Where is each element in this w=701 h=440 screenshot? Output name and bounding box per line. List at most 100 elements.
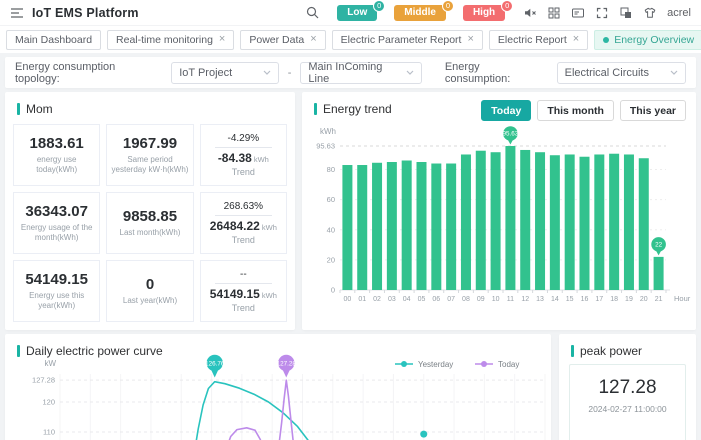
- svg-text:22: 22: [655, 242, 663, 249]
- topology-select[interactable]: IoT Project: [171, 62, 279, 84]
- topbar-icons: [523, 6, 657, 20]
- svg-text:06: 06: [432, 296, 440, 303]
- svg-text:20: 20: [640, 296, 648, 303]
- peak-power-header: peak power: [559, 334, 696, 358]
- tab-electric-report[interactable]: Electric Report×: [489, 30, 588, 50]
- trend-bar-06[interactable]: [431, 164, 441, 290]
- username[interactable]: acrel: [667, 7, 691, 19]
- trend-bar-07[interactable]: [446, 164, 456, 290]
- active-tab-dot-icon: [603, 37, 609, 43]
- range-button-this-month[interactable]: This month: [537, 100, 614, 121]
- svg-text:127.28: 127.28: [277, 360, 297, 367]
- trend-bar-13[interactable]: [535, 152, 545, 290]
- theme-icon[interactable]: [643, 6, 657, 20]
- filter-separator: -: [288, 67, 292, 79]
- fullscreen-icon[interactable]: [595, 6, 609, 20]
- trend-bar-02[interactable]: [372, 163, 382, 290]
- mom-panel-title: Mom: [26, 102, 53, 116]
- svg-text:110: 110: [43, 428, 55, 437]
- trend-bar-19[interactable]: [624, 154, 634, 290]
- svg-text:40: 40: [327, 225, 335, 234]
- trend-bar-04[interactable]: [402, 161, 412, 290]
- stat-value: 1883.61: [30, 135, 84, 152]
- layers-icon[interactable]: [619, 6, 633, 20]
- trend-bar-16[interactable]: [580, 157, 590, 290]
- tab-close-icon[interactable]: ×: [219, 34, 225, 45]
- tab-energy-overview[interactable]: Energy Overview×: [594, 30, 701, 50]
- trend-bar-17[interactable]: [594, 154, 604, 290]
- trend-bar-21[interactable]: [654, 257, 664, 290]
- tab-electric-parameter-report[interactable]: Electric Parameter Report×: [332, 30, 483, 50]
- alarm-badge-middle[interactable]: Middle0: [394, 5, 446, 21]
- svg-text:13: 13: [536, 296, 544, 303]
- tab-main-dashboard[interactable]: Main Dashboard: [6, 30, 101, 50]
- consumption-select-value: Electrical Circuits: [565, 67, 649, 79]
- svg-text:Yesterday: Yesterday: [418, 360, 453, 369]
- consumption-label: Energy consumption:: [445, 61, 548, 85]
- range-button-today[interactable]: Today: [481, 100, 531, 121]
- trend-bar-08[interactable]: [461, 154, 471, 290]
- trend-bar-05[interactable]: [417, 162, 427, 290]
- mute-icon[interactable]: [523, 6, 537, 20]
- incoming-line-select[interactable]: Main InComing Line: [300, 62, 421, 84]
- mom-panel-header: Mom: [5, 92, 295, 116]
- mom-panel: Mom 1883.61energy use today(kWh)1967.99S…: [5, 92, 295, 330]
- svg-text:17: 17: [595, 296, 603, 303]
- tab-close-icon[interactable]: ×: [310, 34, 316, 45]
- svg-text:kW: kW: [44, 359, 56, 368]
- svg-text:95.63: 95.63: [316, 142, 335, 151]
- energy-trend-panel: Energy trend TodayThis monthThis year 02…: [302, 92, 696, 330]
- bar-peak-marker: 22: [651, 237, 666, 255]
- trend-label: Trend: [232, 235, 255, 245]
- svg-text:00: 00: [344, 296, 352, 303]
- tab-label: Power Data: [249, 34, 304, 46]
- svg-text:07: 07: [447, 296, 455, 303]
- trend-bar-14[interactable]: [550, 155, 560, 290]
- mom-card-3: -4.29%-84.38kWhTrend: [200, 124, 287, 186]
- trend-bar-18[interactable]: [609, 154, 619, 290]
- panel-accent-bar: [17, 103, 20, 115]
- mom-card-4: 36343.07Energy usage of the month(kWh): [13, 192, 100, 254]
- stat-label: Energy usage of the month(kWh): [17, 223, 96, 243]
- legend-item-yesterday[interactable]: Yesterday: [395, 360, 453, 369]
- tab-bar: Main Dashboard Real-time monitoring× Power…: [0, 26, 701, 53]
- search-icon[interactable]: [305, 6, 319, 20]
- curve-today[interactable]: [222, 428, 267, 440]
- svg-text:15: 15: [566, 296, 574, 303]
- consumption-select[interactable]: Electrical Circuits: [557, 62, 686, 84]
- grid-icon[interactable]: [547, 6, 561, 20]
- tab-close-icon[interactable]: ×: [573, 34, 579, 45]
- svg-text:18: 18: [610, 296, 618, 303]
- trend-bar-12[interactable]: [520, 150, 530, 290]
- trend-bar-01[interactable]: [357, 165, 367, 290]
- alarm-badge-high[interactable]: High0: [463, 5, 505, 21]
- panel-icon[interactable]: [571, 6, 585, 20]
- trend-bar-09[interactable]: [476, 151, 486, 290]
- trend-bar-00[interactable]: [342, 165, 352, 290]
- svg-text:16: 16: [581, 296, 589, 303]
- svg-text:80: 80: [327, 165, 335, 174]
- legend-item-today[interactable]: Today: [475, 360, 519, 369]
- svg-text:126.76: 126.76: [205, 360, 225, 367]
- alarm-badge-low[interactable]: Low0: [337, 5, 377, 21]
- svg-text:14: 14: [551, 296, 559, 303]
- stat-value: 1967.99: [123, 135, 177, 152]
- topbar-right: Low0 Middle0 High0 acrel: [305, 5, 691, 21]
- trend-bar-03[interactable]: [387, 162, 397, 290]
- trend-bar-10[interactable]: [491, 152, 501, 290]
- tab-close-icon[interactable]: ×: [467, 34, 473, 45]
- svg-text:19: 19: [625, 296, 633, 303]
- stat-label: Same period yesterday kW·h(kWh): [110, 155, 189, 175]
- range-button-this-year[interactable]: This year: [620, 100, 686, 121]
- chevron-down-icon: [406, 70, 414, 75]
- trend-bar-15[interactable]: [565, 154, 575, 290]
- menu-icon[interactable]: [10, 6, 24, 20]
- trend-bar-11[interactable]: [505, 146, 515, 290]
- trend-bar-20[interactable]: [639, 158, 649, 290]
- svg-text:Hour: Hour: [674, 294, 691, 303]
- stat-value: 54149.15: [25, 271, 88, 288]
- tab-power-data[interactable]: Power Data ×: [240, 30, 325, 50]
- curve-yesterday[interactable]: [192, 382, 327, 440]
- svg-text:20: 20: [327, 255, 335, 264]
- tab-real-time-monitoring[interactable]: Real-time monitoring×: [107, 30, 234, 50]
